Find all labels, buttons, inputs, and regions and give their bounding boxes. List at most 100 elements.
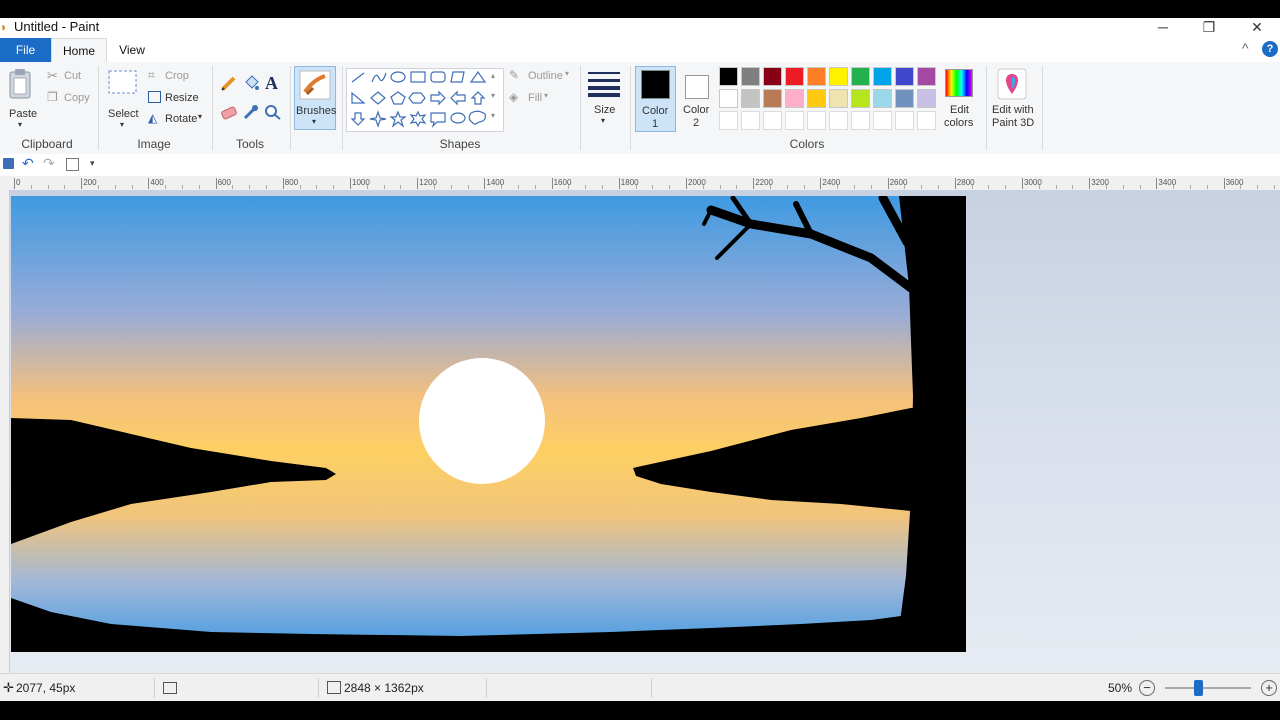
ruler-minor-tick — [1106, 185, 1107, 189]
zoom-in-button[interactable]: + — [1261, 680, 1277, 696]
fill-dropdown-icon: ▾ — [544, 91, 549, 100]
palette-swatch[interactable] — [895, 89, 914, 108]
brushes-button[interactable]: Brushes ▾ — [294, 66, 336, 130]
shapes-scroll-up-icon[interactable]: ▴ — [491, 71, 495, 80]
palette-swatch[interactable] — [917, 67, 936, 86]
ruler-major-tick — [887, 178, 889, 189]
ruler-minor-tick — [383, 185, 385, 189]
palette-swatch[interactable] — [873, 89, 892, 108]
palette-swatch[interactable] — [741, 111, 760, 130]
palette-swatch[interactable] — [741, 89, 760, 108]
palette-swatch[interactable] — [807, 111, 826, 130]
scissors-icon: ✂ — [47, 68, 58, 83]
palette-swatch[interactable] — [807, 89, 826, 108]
select-dropdown-icon: ▾ — [120, 120, 125, 129]
palette-swatch[interactable] — [785, 111, 804, 130]
drawing-canvas[interactable] — [11, 196, 966, 652]
cloud-callout-shape-icon — [468, 110, 486, 125]
ruler-minor-tick — [266, 185, 267, 189]
shapes-expand-icon[interactable]: ▾ — [491, 111, 495, 120]
group-separator — [290, 66, 291, 150]
palette-swatch[interactable] — [785, 67, 804, 86]
size-button[interactable]: Size ▾ — [584, 66, 624, 130]
ruler-minor-tick — [1240, 185, 1242, 189]
edit-colors-button[interactable]: Edit colors — [940, 66, 980, 132]
ruler-minor-tick — [1122, 185, 1124, 189]
save-icon[interactable] — [3, 158, 14, 169]
palette-swatch[interactable] — [829, 67, 848, 86]
palette-swatch[interactable] — [719, 89, 738, 108]
customize-toolbar-icon[interactable]: ▾ — [90, 158, 95, 169]
minimize-button[interactable]: ─ — [1140, 18, 1186, 38]
tab-home[interactable]: Home — [51, 38, 107, 62]
shapes-gallery[interactable]: ▴ ▾ ▾ — [346, 68, 504, 132]
group-separator — [986, 66, 987, 150]
resize-icon — [148, 91, 161, 103]
ruler-minor-tick — [232, 185, 234, 189]
undo-icon[interactable]: ↶ — [22, 155, 34, 172]
palette-swatch[interactable] — [829, 111, 848, 130]
close-button[interactable]: ✕ — [1234, 18, 1280, 38]
screen-bottom-bar — [0, 701, 1280, 720]
blank-page-icon[interactable] — [66, 158, 79, 171]
clipboard-icon — [9, 69, 31, 99]
color1-number: 1 — [652, 118, 659, 130]
restore-button[interactable]: ❐ — [1186, 18, 1232, 38]
zoom-slider-track[interactable] — [1165, 680, 1251, 696]
copy-label: Copy — [64, 92, 90, 104]
group-separator — [580, 66, 581, 150]
palette-swatch[interactable] — [763, 89, 782, 108]
paste-button[interactable]: Paste ▾ — [4, 66, 38, 130]
color2-button[interactable]: Color 2 — [678, 66, 716, 132]
ruler-minor-tick — [47, 185, 49, 189]
palette-swatch[interactable] — [763, 67, 782, 86]
palette-swatch[interactable] — [851, 111, 870, 130]
fill-bucket-icon[interactable] — [242, 74, 260, 92]
ruler-tick-label: 600 — [217, 178, 231, 187]
tab-view[interactable]: View — [107, 38, 157, 62]
help-icon[interactable]: ? — [1262, 41, 1278, 57]
edit-colors-label-1: Edit — [950, 104, 969, 116]
ruler-minor-tick — [434, 185, 435, 189]
redo-icon[interactable]: ↷ — [43, 155, 55, 172]
color-picker-icon[interactable] — [242, 104, 260, 120]
edit-with-paint3d-button[interactable]: Edit with Paint 3D — [989, 66, 1037, 132]
shapes-scroll-down-icon[interactable]: ▾ — [491, 91, 495, 100]
paint-app-icon: ◗ — [0, 20, 8, 34]
ruler-minor-tick — [1055, 185, 1057, 189]
eraser-icon[interactable] — [220, 104, 238, 120]
palette-swatch[interactable] — [785, 89, 804, 108]
tab-file[interactable]: File — [0, 38, 51, 62]
palette-swatch[interactable] — [895, 67, 914, 86]
outline-dropdown-icon: ▾ — [565, 69, 570, 78]
cursor-position: 2077, 45px — [16, 681, 76, 695]
magnifier-icon[interactable] — [264, 104, 282, 120]
palette-swatch[interactable] — [873, 67, 892, 86]
palette-swatch[interactable] — [851, 67, 870, 86]
oval-callout-shape-icon — [450, 112, 466, 124]
text-tool-icon[interactable]: A — [265, 73, 278, 94]
palette-swatch[interactable] — [807, 67, 826, 86]
palette-swatch[interactable] — [763, 111, 782, 130]
palette-swatch[interactable] — [741, 67, 760, 86]
ruler-major-tick — [551, 178, 553, 189]
palette-swatch[interactable] — [917, 111, 936, 130]
color1-label: Color — [642, 105, 669, 117]
palette-swatch[interactable] — [917, 89, 936, 108]
ruler-minor-tick — [719, 185, 721, 189]
zoom-out-button[interactable]: − — [1139, 680, 1155, 696]
palette-swatch[interactable] — [851, 89, 870, 108]
zoom-slider-thumb[interactable] — [1194, 680, 1203, 696]
palette-swatch[interactable] — [829, 89, 848, 108]
select-button[interactable]: Select ▾ — [104, 66, 142, 130]
palette-swatch[interactable] — [719, 67, 738, 86]
collapse-ribbon-icon[interactable]: ^ — [1242, 40, 1249, 56]
copy-icon: ❐ — [47, 90, 58, 104]
palette-swatch[interactable] — [895, 111, 914, 130]
palette-swatch[interactable] — [719, 111, 738, 130]
palette-swatch[interactable] — [873, 111, 892, 130]
zoom-level: 50% — [1108, 681, 1133, 695]
ruler-minor-tick — [904, 185, 906, 189]
pencil-icon[interactable] — [220, 74, 238, 92]
color1-button[interactable]: Color 1 — [635, 66, 676, 132]
